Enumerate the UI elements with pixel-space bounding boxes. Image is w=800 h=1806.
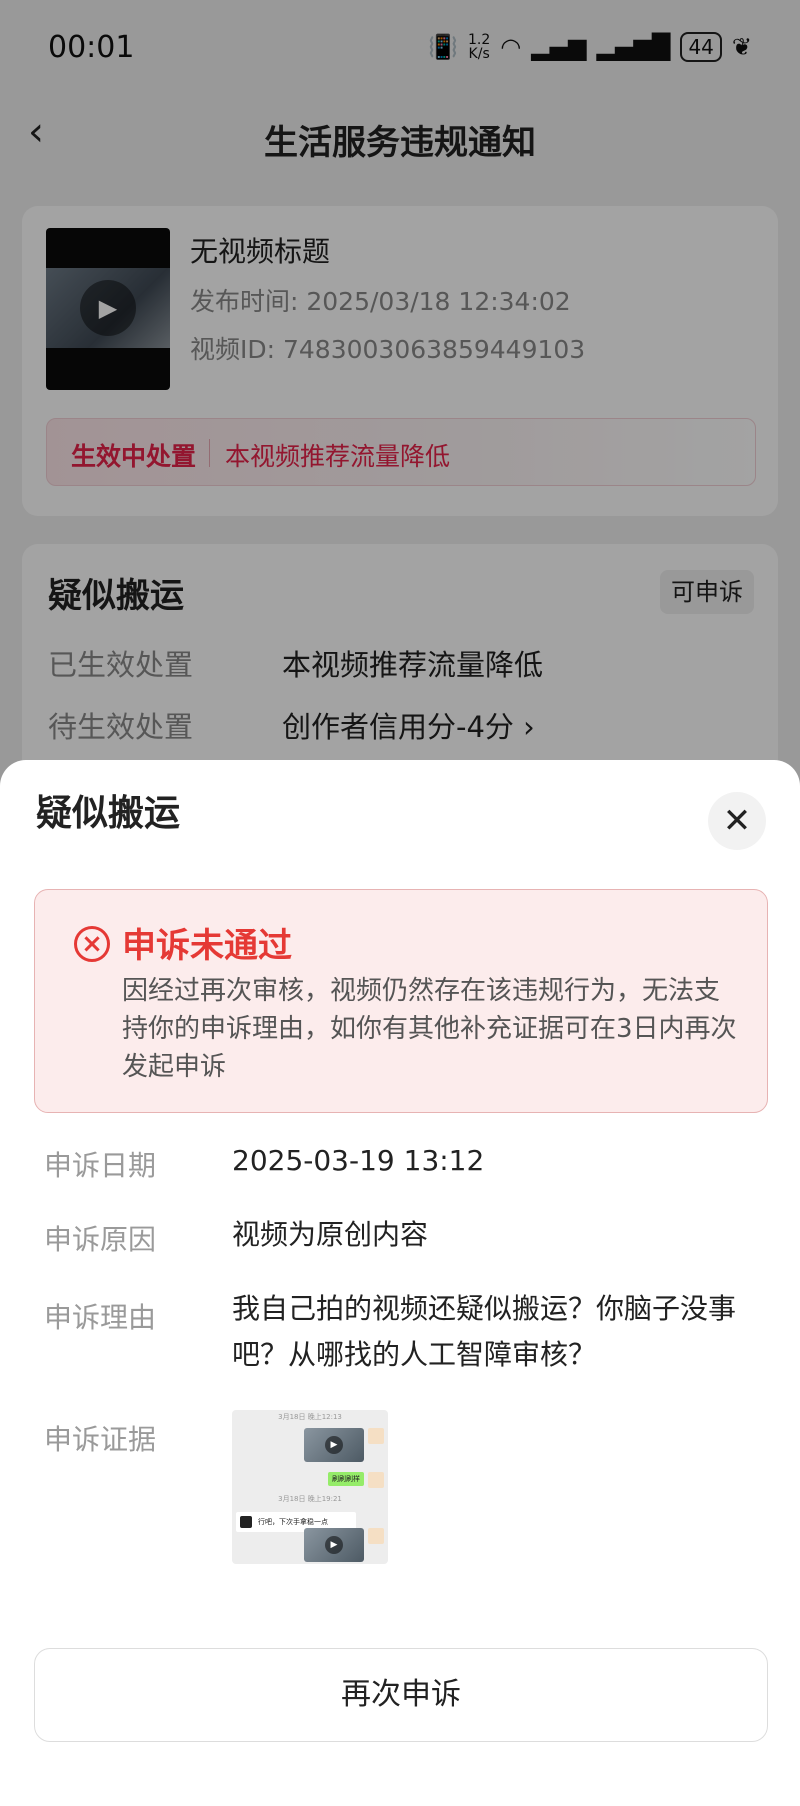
evidence-avatar bbox=[368, 1428, 384, 1444]
appeal-cause-label: 申诉原因 bbox=[44, 1223, 157, 1256]
appeal-date-label: 申诉日期 bbox=[44, 1149, 157, 1182]
evidence-avatar bbox=[368, 1472, 384, 1488]
appeal-result-desc: 因经过再次审核，视频仍然存在该违规行为，无法支持你的申诉理由，如你有其他补充证据… bbox=[122, 976, 737, 1082]
evidence-green-msg: 刷刷刷样 bbox=[328, 1472, 364, 1486]
appeal-date-value: 2025-03-19 13:12 bbox=[232, 1144, 485, 1177]
sheet-title: 疑似搬运 bbox=[36, 793, 181, 834]
close-button[interactable]: ✕ bbox=[708, 792, 766, 850]
play-icon: ▶ bbox=[325, 1536, 343, 1554]
play-icon: ▶ bbox=[325, 1436, 343, 1454]
evidence-image[interactable]: 3月18日 晚上12:13 ▶ 刷刷刷样 3月18日 晚上19:21 行吧，下次… bbox=[232, 1410, 388, 1564]
reappeal-button[interactable]: 再次申诉 bbox=[34, 1648, 768, 1742]
appeal-cause-value: 视频为原创内容 bbox=[232, 1218, 429, 1251]
evidence-time-2: 3月18日 晚上19:21 bbox=[278, 1495, 342, 1503]
close-icon: ✕ bbox=[722, 801, 752, 841]
evidence-video-1: ▶ bbox=[304, 1428, 364, 1462]
appeal-result-title: 申诉未通过 bbox=[122, 926, 292, 966]
appeal-reason-label: 申诉理由 bbox=[44, 1301, 157, 1334]
evidence-time-1: 3月18日 晚上12:13 bbox=[278, 1413, 342, 1421]
evidence-reply-avatar bbox=[240, 1516, 252, 1528]
error-icon: × bbox=[74, 926, 110, 962]
appeal-reason-value: 我自己拍的视频还疑似搬运？你脑子没事吧？从哪找的人工智障审核？ bbox=[232, 1292, 737, 1371]
evidence-avatar bbox=[368, 1528, 384, 1544]
appeal-evidence-label: 申诉证据 bbox=[44, 1423, 157, 1456]
evidence-video-2: ▶ bbox=[304, 1528, 364, 1562]
